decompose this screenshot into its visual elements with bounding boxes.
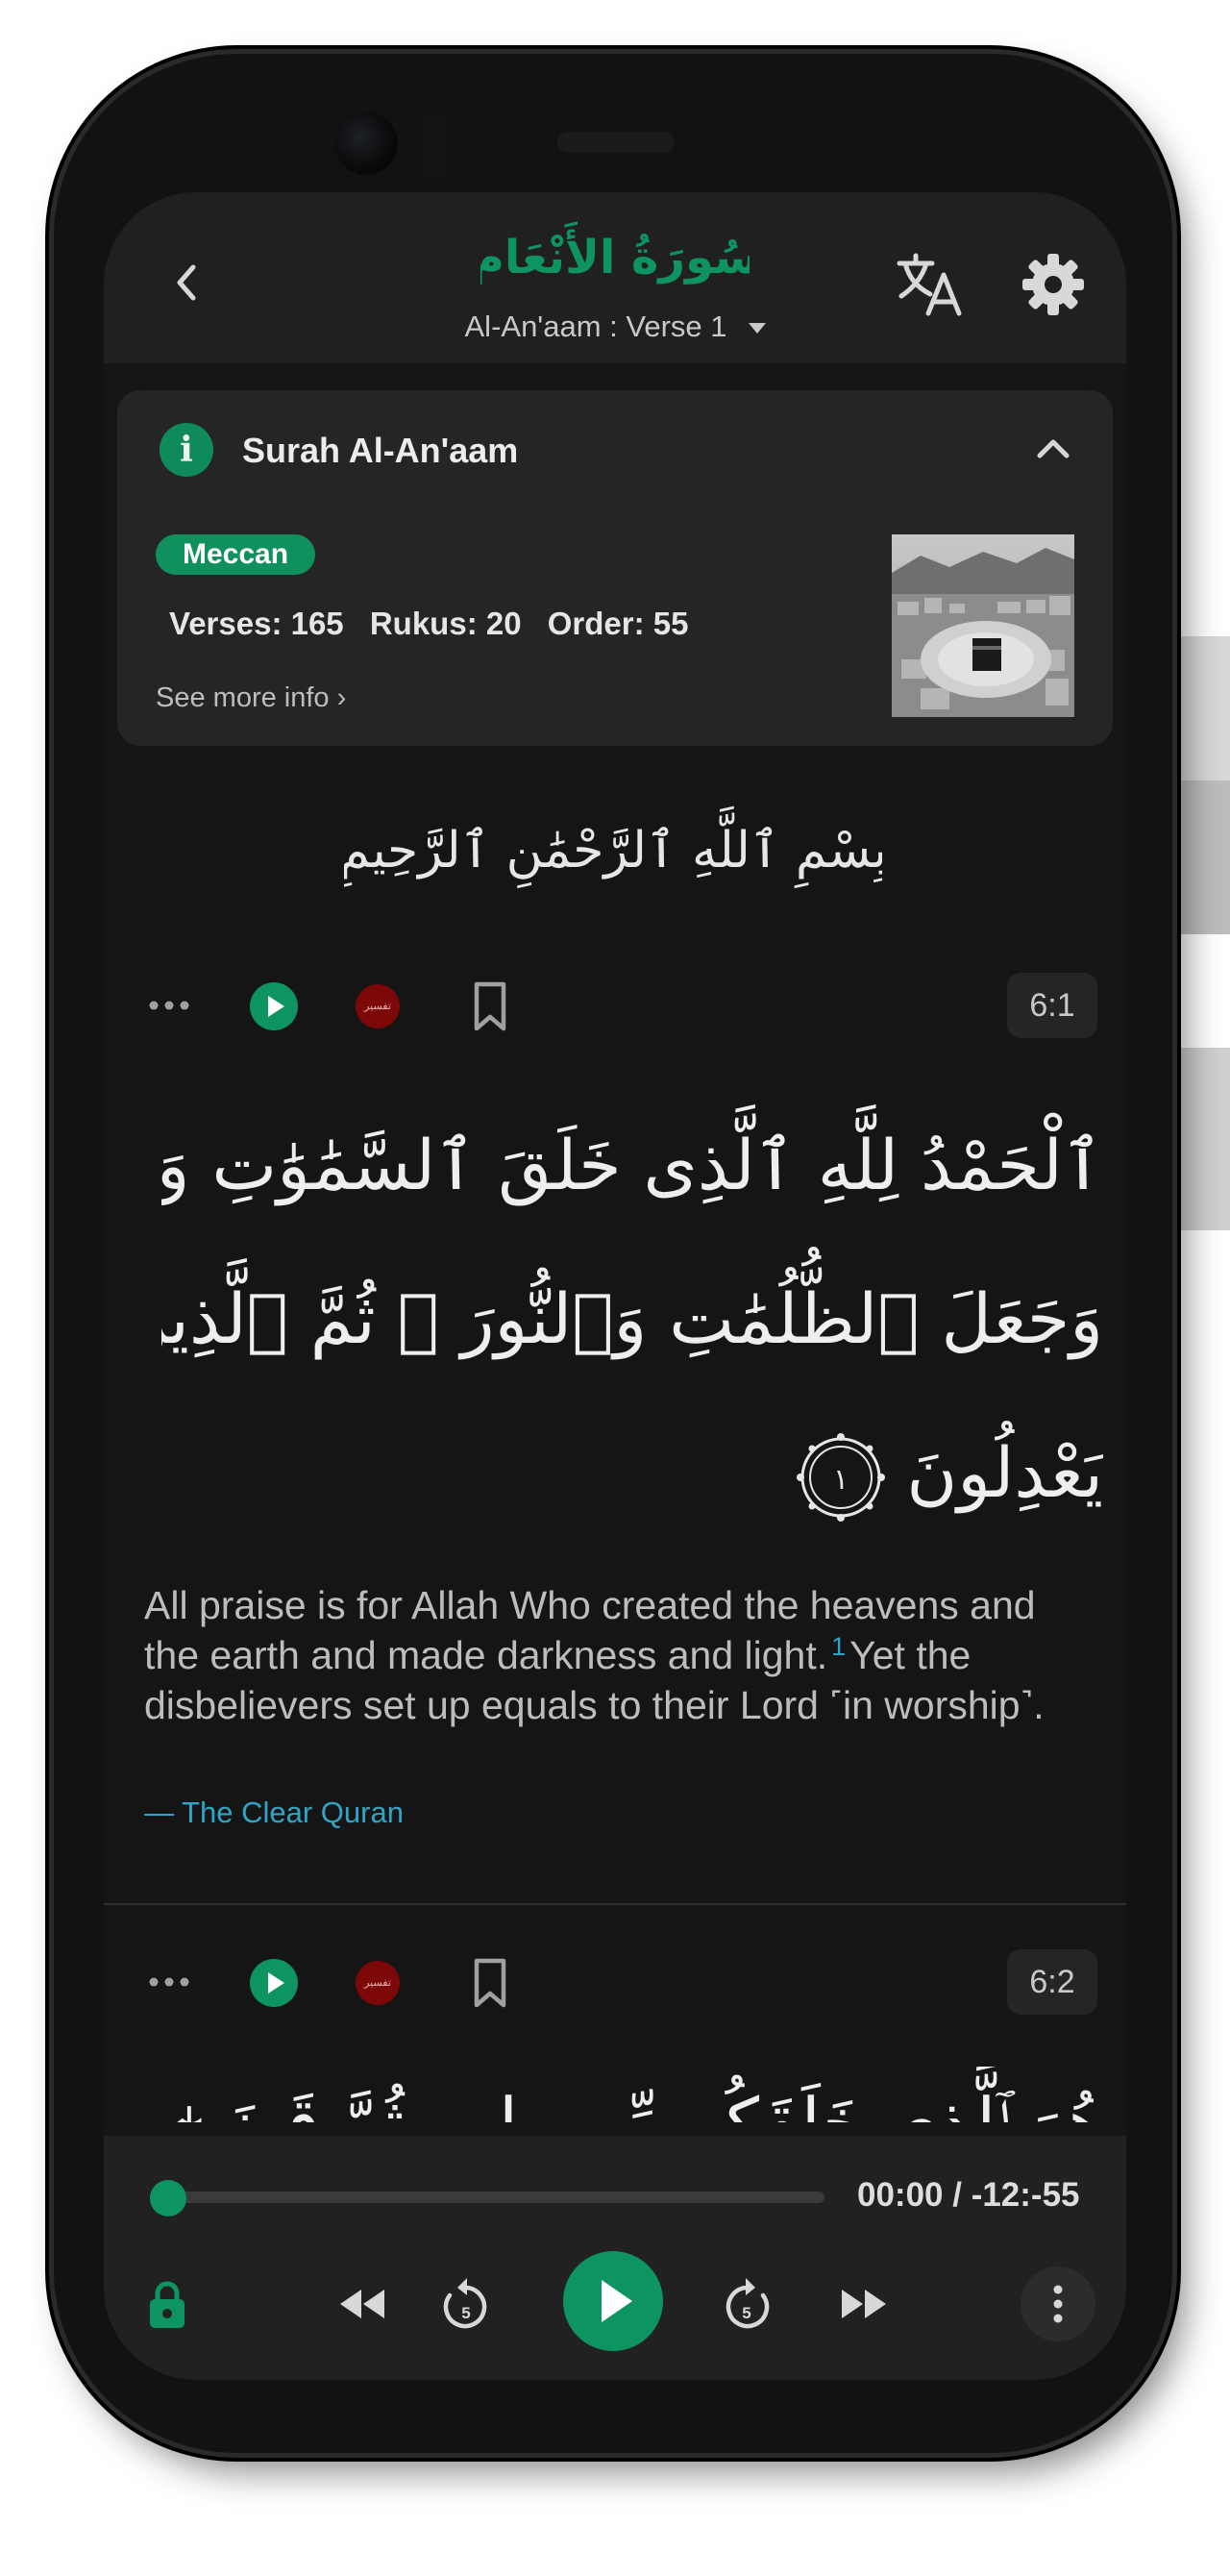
verse-toolbar: تفسير 6:1 — [104, 967, 1126, 1044]
player-menu-button[interactable] — [1021, 2266, 1095, 2341]
verse-arabic-word: يَعْدِلُونَ — [906, 1432, 1103, 1513]
forward-5-button[interactable]: 5 — [719, 2274, 776, 2334]
settings-button[interactable] — [1015, 246, 1092, 323]
replay-5-button[interactable]: 5 — [436, 2274, 494, 2334]
earpiece-speaker — [557, 132, 675, 153]
forward-5-icon: 5 — [726, 2278, 770, 2329]
audio-player: 00:00 / -12:-55 5 5 — [104, 2136, 1126, 2380]
seek-thumb[interactable] — [150, 2180, 186, 2217]
chevron-up-icon — [1037, 439, 1070, 458]
verses-count: Verses: 165 — [169, 606, 344, 641]
verse-arabic-line: وَجَعَلَ ٱلظُّلُمَٰتِ وَٱلنُّورَ ۖ ثُمَّ… — [161, 1278, 1103, 1359]
lock-icon[interactable] — [146, 2278, 188, 2330]
background-strip — [1176, 780, 1230, 934]
verse-number-badge: 6:2 — [1007, 1949, 1097, 2015]
order-number: Order: 55 — [547, 606, 689, 641]
verse-selector[interactable]: Al-An'aam : Verse 1 — [104, 310, 1126, 344]
play-icon — [602, 2280, 632, 2322]
seek-bar[interactable] — [152, 2192, 824, 2203]
basmala-text: بِسْمِ ٱللَّهِ ٱلرَّحْمَٰنِ ٱلرَّحِيمِ — [344, 806, 882, 890]
more-vertical-icon — [1053, 2285, 1063, 2323]
footnote-link[interactable]: 1 — [831, 1632, 846, 1661]
bookmark-icon[interactable] — [469, 980, 511, 1032]
ayah-marker-number: ١ — [832, 1463, 848, 1497]
collapse-button[interactable] — [1028, 425, 1078, 475]
rukus-count: Rukus: 20 — [369, 606, 522, 641]
tafsir-button[interactable]: تفسير — [356, 984, 400, 1028]
verse-selector-label: Al-An'aam : Verse 1 — [464, 310, 727, 343]
more-horizontal-icon[interactable] — [148, 988, 190, 1023]
verse-divider — [104, 1903, 1126, 1905]
background-strip — [1176, 1048, 1230, 1230]
forward-5-label: 5 — [742, 2304, 750, 2322]
proximity-sensor — [423, 113, 448, 177]
background-strip — [1176, 636, 1230, 780]
verse-number-badge: 6:1 — [1007, 973, 1097, 1038]
see-more-info-link[interactable]: See more info › — [156, 682, 346, 714]
play-pause-button[interactable] — [563, 2251, 663, 2351]
verse-toolbar: تفسير 6:2 — [104, 1944, 1126, 2020]
verse-translation: All praise is for Allah Who created the … — [144, 1580, 1067, 1730]
verse-arabic-text: ٱلْحَمْدُ لِلَّهِ ٱلَّذِى خَلَقَ ٱلسَّمَ… — [161, 1088, 1103, 1549]
play-icon — [268, 1972, 284, 1994]
top-app-bar: سُورَةُ الأَنْعَام Al-An'aam : Verse 1 — [104, 192, 1126, 363]
translate-icon — [897, 253, 962, 316]
more-horizontal-icon[interactable] — [148, 1965, 190, 1999]
revelation-badge: Meccan — [156, 534, 316, 575]
surah-info-card: i Surah Al-An'aam Meccan Verses: 165 Ruk… — [117, 390, 1113, 746]
basmala-calligraphy: بِسْمِ ٱللَّهِ ٱلرَّحْمَٰنِ ٱلرَّحِيمِ — [344, 806, 882, 890]
app-screen: سُورَةُ الأَنْعَام Al-An'aam : Verse 1 i… — [104, 192, 1126, 2380]
verse-arabic-line: يَعْدِلُونَ ١ — [161, 1396, 1103, 1549]
front-camera — [334, 111, 398, 175]
gear-icon — [1022, 254, 1084, 315]
ayah-end-marker-icon: ١ — [796, 1433, 885, 1523]
surah-stats: Verses: 165 Rukus: 20 Order: 55 — [169, 606, 705, 642]
verse-play-button[interactable] — [250, 982, 298, 1030]
translate-button[interactable] — [892, 246, 969, 323]
back-chevron-icon — [177, 264, 196, 301]
surah-calligraphy-text: سُورَةُ الأَنْعَام — [480, 221, 750, 285]
kaaba-photo[interactable] — [892, 534, 1074, 717]
verse-play-button[interactable] — [250, 1959, 298, 2007]
verse-arabic-line: ٱلْحَمْدُ لِلَّهِ ٱلَّذِى خَلَقَ ٱلسَّمَ… — [161, 1125, 1103, 1205]
surah-info-title: Surah Al-An'aam — [242, 431, 519, 470]
replay-5-label: 5 — [461, 2304, 470, 2322]
back-button[interactable] — [160, 256, 213, 310]
tafsir-button[interactable]: تفسير — [356, 1961, 400, 2005]
playback-time: 00:00 / -12:-55 — [857, 2176, 1080, 2214]
play-icon — [268, 996, 284, 1017]
verse-arabic-text-partial: هُوَ ٱلَّذِى خَلَقَكُم مِّن طِينٍ ثُمَّ … — [161, 2067, 1103, 2122]
fast-forward-icon[interactable] — [836, 2280, 894, 2328]
replay-5-icon: 5 — [443, 2278, 487, 2329]
info-icon: i — [160, 423, 213, 477]
caret-down-icon — [748, 323, 766, 334]
translation-source[interactable]: — The Clear Quran — [144, 1796, 404, 1830]
bookmark-icon[interactable] — [469, 1957, 511, 2009]
surah-name-calligraphy: سُورَةُ الأَنْعَام — [480, 221, 750, 285]
rewind-icon[interactable] — [332, 2280, 390, 2328]
